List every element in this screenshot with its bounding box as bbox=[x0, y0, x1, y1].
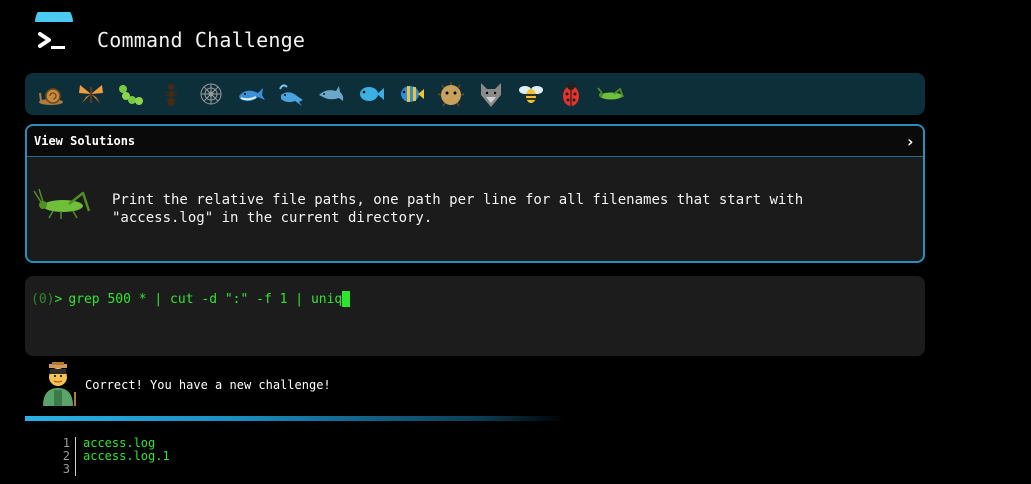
command-output: 1 access.log 2 access.log.1 3 bbox=[56, 437, 170, 476]
output-row: 3 bbox=[56, 463, 170, 476]
text-cursor bbox=[342, 291, 351, 307]
ladybug-icon[interactable] bbox=[551, 76, 591, 112]
command-input[interactable]: grep 500 * | cut -d ":" -f 1 | uniq bbox=[68, 292, 342, 307]
terminal-logo-icon bbox=[31, 12, 77, 58]
output-line bbox=[75, 463, 83, 476]
app-title: Command Challenge bbox=[97, 28, 306, 52]
challenge-panel: View Solutions › Print the relative file… bbox=[25, 124, 925, 263]
page: Command Challenge View Solutions › Print… bbox=[0, 0, 1031, 484]
whale-icon[interactable] bbox=[231, 76, 271, 112]
prompt-line[interactable]: (0) > grep 500 * | cut -d ":" -f 1 | uni… bbox=[31, 291, 919, 307]
cricket-icon bbox=[33, 188, 91, 219]
wolf-icon[interactable] bbox=[471, 76, 511, 112]
dolphin-icon[interactable] bbox=[311, 76, 351, 112]
header: Command Challenge bbox=[25, 10, 625, 62]
feedback-message: Correct! You have a new challenge! bbox=[85, 378, 331, 392]
challenge-body: Print the relative file paths, one path … bbox=[27, 157, 923, 261]
output-line: access.log.1 bbox=[75, 450, 170, 463]
ant-icon[interactable] bbox=[151, 76, 191, 112]
feedback: Correct! You have a new challenge! bbox=[36, 362, 536, 410]
blowfish-icon[interactable] bbox=[431, 76, 471, 112]
snail-icon[interactable] bbox=[31, 76, 71, 112]
butterfly-icon[interactable] bbox=[71, 76, 111, 112]
spider-web-icon[interactable] bbox=[191, 76, 231, 112]
prompt-symbol: > bbox=[54, 291, 63, 307]
challenge-description: Print the relative file paths, one path … bbox=[112, 192, 804, 226]
tropical-fish-icon[interactable] bbox=[391, 76, 431, 112]
caterpillar-icon[interactable] bbox=[111, 76, 151, 112]
spouting-whale-icon[interactable] bbox=[271, 76, 311, 112]
terminal[interactable]: (0) > grep 500 * | cut -d ":" -f 1 | uni… bbox=[25, 276, 925, 356]
badge-bar bbox=[25, 73, 925, 115]
view-solutions-link[interactable]: View Solutions bbox=[34, 134, 135, 148]
progress-bar bbox=[25, 416, 565, 421]
line-number: 3 bbox=[62, 462, 70, 476]
output-row: 2 access.log.1 bbox=[56, 450, 170, 463]
cricket-icon[interactable] bbox=[591, 76, 631, 112]
solutions-header[interactable]: View Solutions › bbox=[27, 126, 923, 157]
exit-status: (0) bbox=[31, 291, 55, 307]
farmer-avatar-icon bbox=[43, 362, 76, 406]
chevron-right-icon[interactable]: › bbox=[905, 132, 915, 151]
bee-icon[interactable] bbox=[511, 76, 551, 112]
fish-icon[interactable] bbox=[351, 76, 391, 112]
